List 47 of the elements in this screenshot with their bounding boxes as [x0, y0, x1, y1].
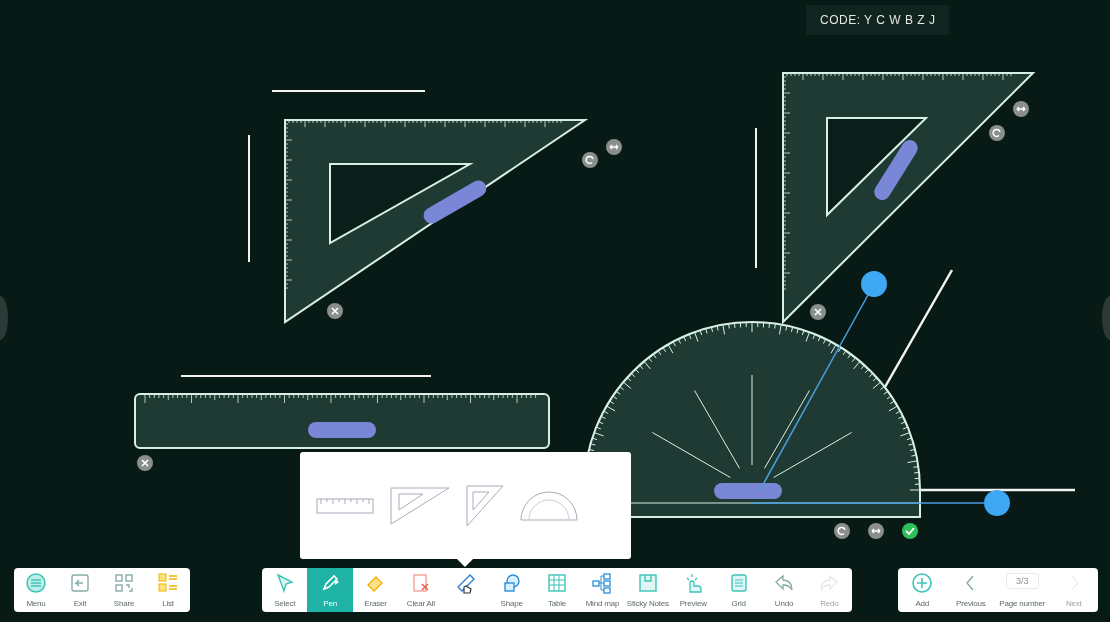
- mind-map-icon: [591, 572, 614, 594]
- resize-icon[interactable]: [868, 523, 884, 539]
- confirm-icon[interactable]: [902, 523, 918, 539]
- share-tool-button[interactable]: Share: [104, 568, 144, 612]
- grid-tool-button[interactable]: Grid: [715, 568, 762, 612]
- chevron-left-icon: [965, 575, 976, 591]
- qr-grid-icon: [113, 572, 135, 594]
- list-icon: [157, 572, 179, 594]
- select-tool-button[interactable]: Select: [262, 568, 308, 612]
- set-square-drawing[interactable]: [284, 119, 589, 324]
- rotate-icon[interactable]: [582, 152, 598, 168]
- shape-tool-button[interactable]: Shape: [488, 568, 535, 612]
- close-icon[interactable]: [137, 455, 153, 471]
- set-square-drawing[interactable]: [782, 72, 1036, 325]
- side-handle[interactable]: [0, 296, 8, 340]
- exit-tool-button[interactable]: Exit: [60, 568, 100, 612]
- add-page-button[interactable]: Add: [902, 568, 943, 612]
- list-tool-button[interactable]: List: [148, 568, 188, 612]
- side-handle[interactable]: [1102, 296, 1110, 340]
- mindmap-tool-button[interactable]: Mind map: [579, 568, 626, 612]
- session-code-badge: CODE: Y C W B Z J: [806, 5, 950, 35]
- set-square-right-icon: [466, 484, 504, 527]
- table-icon: [546, 572, 569, 594]
- ruler-icon: [316, 497, 374, 514]
- table-tool-button[interactable]: Table: [534, 568, 580, 612]
- close-icon[interactable]: [810, 304, 826, 320]
- protractor-icon: [520, 490, 578, 521]
- eraser-tool-button[interactable]: Eraser: [352, 568, 399, 612]
- add-icon: [911, 572, 934, 594]
- close-icon[interactable]: [327, 303, 343, 319]
- resize-icon[interactable]: [1013, 101, 1029, 117]
- sticky-note-icon: [636, 572, 659, 594]
- undo-tool-button[interactable]: Undo: [761, 568, 807, 612]
- menu-icon: [25, 572, 47, 594]
- preview-tool-button[interactable]: Preview: [670, 568, 716, 612]
- caret-icon: [335, 579, 340, 585]
- page-number-field[interactable]: 3/3: [1006, 573, 1039, 589]
- previous-page-button[interactable]: Previous: [950, 568, 991, 612]
- ruler-drawing[interactable]: [134, 393, 550, 449]
- rotate-icon[interactable]: [834, 523, 850, 539]
- rotate-icon[interactable]: [989, 125, 1005, 141]
- clear-tool-button[interactable]: Clear All: [398, 568, 444, 612]
- sticky-tool-button[interactable]: Sticky Notes: [625, 568, 671, 612]
- exit-icon: [69, 572, 91, 594]
- menu-tool-button[interactable]: Menu: [16, 568, 56, 612]
- page-number-label: Page number: [999, 599, 1046, 609]
- resize-icon[interactable]: [606, 139, 622, 155]
